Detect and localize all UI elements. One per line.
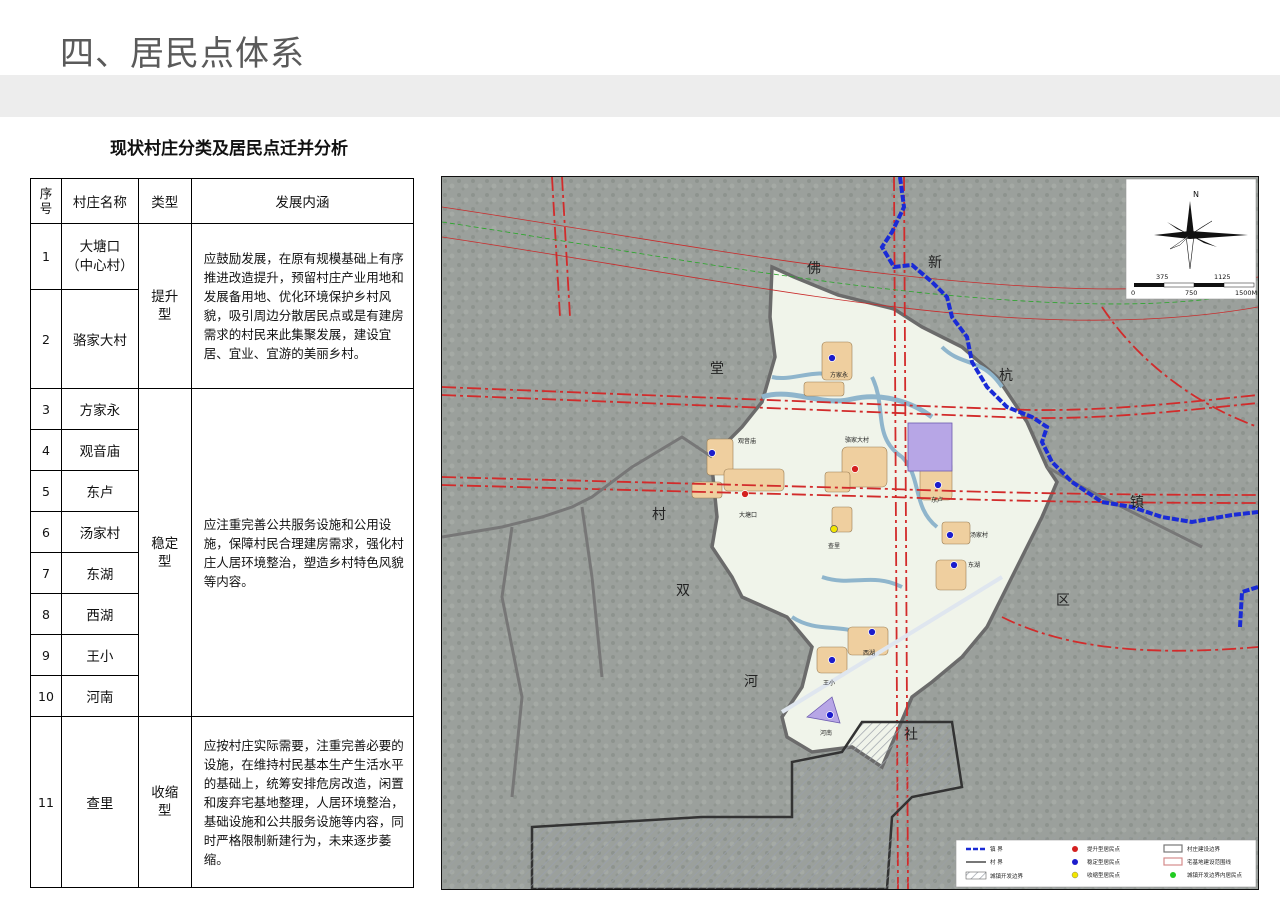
cell-seq: 4: [30, 429, 62, 471]
village-label: 东湖: [968, 561, 980, 569]
compass-box: N 375 1125 0 750 1500M: [1125, 178, 1257, 300]
cell-seq: 6: [30, 511, 62, 553]
village-label: 骆家大村: [845, 436, 869, 444]
cell-type: 提升型: [137, 223, 192, 389]
region-label: 社: [904, 727, 918, 743]
cell-seq: 1: [30, 223, 62, 290]
legend-label: 村庄建设边界: [1187, 845, 1221, 853]
map-svg: 方家永 骆家大村 观音庙 大塘口 东卢 查里 汤家村 东湖 西湖 王小 河南 佛…: [442, 177, 1258, 889]
village-label: 观音庙: [738, 437, 756, 445]
village-note: （中心村）: [66, 257, 134, 274]
cell-content: 应注重完善公共服务设施和公用设施，保障村民合理建房需求，强化村庄人居环境整治，塑…: [190, 388, 415, 717]
cell-seq: 9: [30, 634, 62, 676]
table-row: 11 查里 收缩型 应按村庄实际需要，注重完善必要的设施，在维持村民基本生产生活…: [30, 716, 415, 888]
village-label: 大塘口: [739, 511, 757, 519]
cell-type: 收缩型: [137, 716, 192, 888]
table-header-row: 序号 村庄名称 类型 发展内涵: [30, 178, 415, 224]
region-label: 堂: [710, 361, 724, 377]
page-title: 四、居民点体系: [60, 34, 305, 74]
cell-seq: 7: [30, 552, 62, 594]
cell-name: 汤家村: [60, 511, 139, 553]
cell-seq: 2: [30, 289, 62, 389]
region-label: 镇: [1130, 495, 1144, 511]
legend-label: 提升型居民点: [1087, 845, 1121, 853]
village-label: 河南: [820, 729, 832, 737]
cell-name: 西湖: [60, 593, 139, 635]
region-label: 佛: [807, 261, 821, 277]
region-label: 河: [744, 674, 758, 690]
svg-text:0: 0: [1131, 289, 1135, 297]
village-label: 西湖: [863, 649, 875, 657]
scale-bar: [1134, 282, 1255, 288]
cell-name: 东湖: [60, 552, 139, 594]
cell-name: 观音庙: [60, 429, 139, 471]
header-content: 发展内涵: [190, 178, 415, 224]
cell-name: 查里: [60, 716, 139, 888]
cell-name: 河南: [60, 675, 139, 717]
cell-name: 王小: [60, 634, 139, 676]
header-name: 村庄名称: [60, 178, 139, 224]
table-row: 1 大塘口 （中心村） 提升型 应鼓励发展，在原有规模基础上有序推进改造提升，预…: [30, 223, 415, 389]
region-label: 杭: [999, 368, 1013, 384]
village-label: 东卢: [931, 496, 943, 504]
svg-text:375: 375: [1156, 273, 1168, 281]
svg-text:1125: 1125: [1214, 273, 1231, 281]
legend-label: 城镇开发边界: [990, 872, 1024, 880]
village-label: 汤家村: [970, 531, 988, 539]
region-label: 新: [928, 255, 942, 271]
cell-name: 方家永: [60, 388, 139, 430]
legend-label: 镇 界: [990, 845, 1003, 853]
map-legend: 镇 界 村 界 城镇开发边界 提升型居民点 稳定型居民点 收缩型居民点 村庄建设…: [955, 839, 1257, 888]
header-seq: 序号: [30, 178, 62, 224]
village-table: 序号 村庄名称 类型 发展内涵 1 大塘口 （中心村） 提升型 应鼓励发展，在原…: [30, 178, 415, 888]
legend-label: 稳定型居民点: [1087, 858, 1121, 866]
village-label: 方家永: [830, 371, 848, 379]
legend-label: 城镇开发边界内居民点: [1187, 871, 1243, 879]
north-label: N: [1193, 190, 1199, 199]
purple-zone: [907, 422, 953, 472]
village-label: 王小: [823, 679, 835, 687]
legend-label: 收缩型居民点: [1087, 871, 1121, 879]
legend-label: 宅基地建设范围线: [1187, 858, 1232, 866]
region-label: 村: [652, 507, 666, 523]
cell-name: 东卢: [60, 470, 139, 512]
cell-name: 大塘口 （中心村）: [60, 223, 139, 290]
header-type: 类型: [137, 178, 192, 224]
cell-seq: 11: [30, 716, 62, 888]
cell-seq: 5: [30, 470, 62, 512]
village-map: 方家永 骆家大村 观音庙 大塘口 东卢 查里 汤家村 东湖 西湖 王小 河南 佛…: [441, 176, 1259, 890]
cell-name: 骆家大村: [60, 289, 139, 389]
cell-type: 稳定型: [137, 388, 192, 717]
village-label: 查里: [828, 542, 840, 550]
svg-text:750: 750: [1185, 289, 1197, 297]
header-band: [0, 75, 1280, 117]
table-row: 3 方家永 稳定型 应注重完善公共服务设施和公用设施，保障村民合理建房需求，强化…: [30, 388, 415, 717]
village-name: 大塘口: [79, 238, 121, 255]
svg-text:1500M: 1500M: [1235, 289, 1257, 297]
region-label: 区: [1056, 593, 1070, 609]
legend-label: 村 界: [990, 858, 1003, 866]
region-label: 双: [676, 583, 690, 599]
cell-seq: 8: [30, 593, 62, 635]
table-title: 现状村庄分类及居民点迁并分析: [110, 139, 348, 159]
cell-content: 应按村庄实际需要，注重完善必要的设施，在维持村民基本生产生活水平的基础上，统筹安…: [190, 716, 415, 888]
cell-content: 应鼓励发展，在原有规模基础上有序推进改造提升，预留村庄产业用地和发展备用地、优化…: [190, 223, 415, 389]
cell-seq: 10: [30, 675, 62, 717]
cell-seq: 3: [30, 388, 62, 430]
